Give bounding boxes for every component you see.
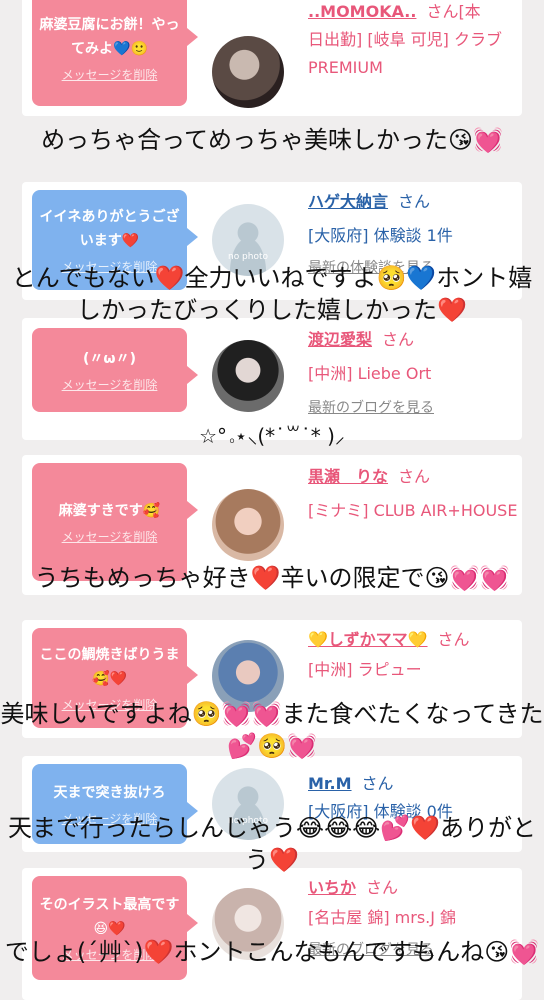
user-name-link[interactable]: 💛しずかママ💛 <box>308 630 428 649</box>
delete-message-link[interactable]: メッセージを削除 <box>62 529 158 545</box>
user-info: 💛しずかママ💛 さん [中洲] ラピュー <box>308 626 518 684</box>
overlay-caption: 天まで行ったらしんじゃう😂😂😂💕❤️ありがとう❤️ <box>8 814 536 874</box>
message-text: イイネありがとうございます❤️ <box>39 209 180 249</box>
user-detail: [中洲] Liebe Ort <box>308 364 432 383</box>
overlay-caption: ☆°｡⋆⸜(*˙꒳˙* )⸝ <box>199 424 345 448</box>
user-detail: [大阪府] 体験談 1件 <box>308 226 453 245</box>
user-detail: [中洲] ラピュー <box>308 660 422 679</box>
message-text: 麻婆すきです🥰 <box>58 503 161 519</box>
user-name-link[interactable]: ..MOMOKA.. <box>308 2 416 21</box>
user-name-link[interactable]: 渡辺愛梨 <box>308 330 372 349</box>
user-name-link[interactable]: いちか <box>308 878 356 897</box>
overlay-caption: めっちゃ合ってめっちゃ美味しかった😘💓 <box>41 126 503 154</box>
honorific: さん[本 <box>426 2 481 21</box>
overlay-caption: とんでもない❤️全力いいねですよ🥺💙ホント嬉しかったびっくりした嬉しかった❤️ <box>11 264 533 324</box>
latest-link[interactable]: 最新のブログを見る <box>308 394 518 422</box>
overlay-caption: でしょ(´艸`)❤️ホントこんなもんですもんね😘💓 <box>4 938 540 966</box>
honorific: さん <box>398 192 431 211</box>
honorific: さん <box>366 878 399 897</box>
message-text: そのイラスト最高です😆❤️ <box>39 897 180 937</box>
message-text: ここの鯛焼きばりうま🥰❤️ <box>39 647 180 687</box>
user-info: ..MOMOKA.. さん[本 日出勤] [岐阜 可児] クラブ PREMIUM <box>308 0 518 82</box>
user-detail: [ミナミ] CLUB AIR+HOUSE <box>308 501 518 520</box>
message-text: 天まで突き抜けろ <box>53 785 166 801</box>
message-text: (〃ω〃) <box>83 351 136 367</box>
user-name-link[interactable]: Mr.M <box>308 774 352 793</box>
delete-message-link[interactable]: メッセージを削除 <box>62 67 158 83</box>
delete-message-link[interactable]: メッセージを削除 <box>62 377 158 393</box>
user-detail: 日出勤] [岐阜 可児] クラブ PREMIUM <box>308 30 502 77</box>
user-info: 黒瀬 りな さん [ミナミ] CLUB AIR+HOUSE <box>308 463 518 525</box>
message-bubble: 麻婆豆腐にお餅！やってみよ💙🙂 メッセージを削除 <box>32 0 198 106</box>
message-card: そのイラスト最高です😆❤️ メッセージを削除 いちか さん [名古屋 錦] mrs… <box>22 868 522 1000</box>
avatar[interactable] <box>212 489 284 561</box>
message-bubble: (〃ω〃) メッセージを削除 <box>32 328 198 412</box>
honorific: さん <box>437 630 470 649</box>
user-info: 渡辺愛梨 さん [中洲] Liebe Ort 最新のブログを見る <box>308 326 518 422</box>
no-photo-label: no photo <box>227 252 269 262</box>
user-name-link[interactable]: ハゲ大納言 <box>308 192 388 211</box>
honorific: さん <box>361 774 394 793</box>
avatar[interactable] <box>212 340 284 412</box>
avatar[interactable] <box>212 36 284 108</box>
honorific: さん <box>398 467 431 486</box>
honorific: さん <box>382 330 415 349</box>
user-detail: [名古屋 錦] mrs.J 錦 <box>308 908 457 927</box>
overlay-caption: 美味しいですよね🥺💓💓また食べたくなってきた💕🥺💓 <box>0 700 544 760</box>
message-text: 麻婆豆腐にお餅！やってみよ💙🙂 <box>39 17 180 57</box>
overlay-caption: うちもめっちゃ好き❤️辛いの限定で😘💓💓 <box>34 564 510 592</box>
message-card: 麻婆豆腐にお餅！やってみよ💙🙂 メッセージを削除 ..MOMOKA.. さん[本 … <box>22 0 522 116</box>
user-name-link[interactable]: 黒瀬 りな <box>308 467 388 486</box>
